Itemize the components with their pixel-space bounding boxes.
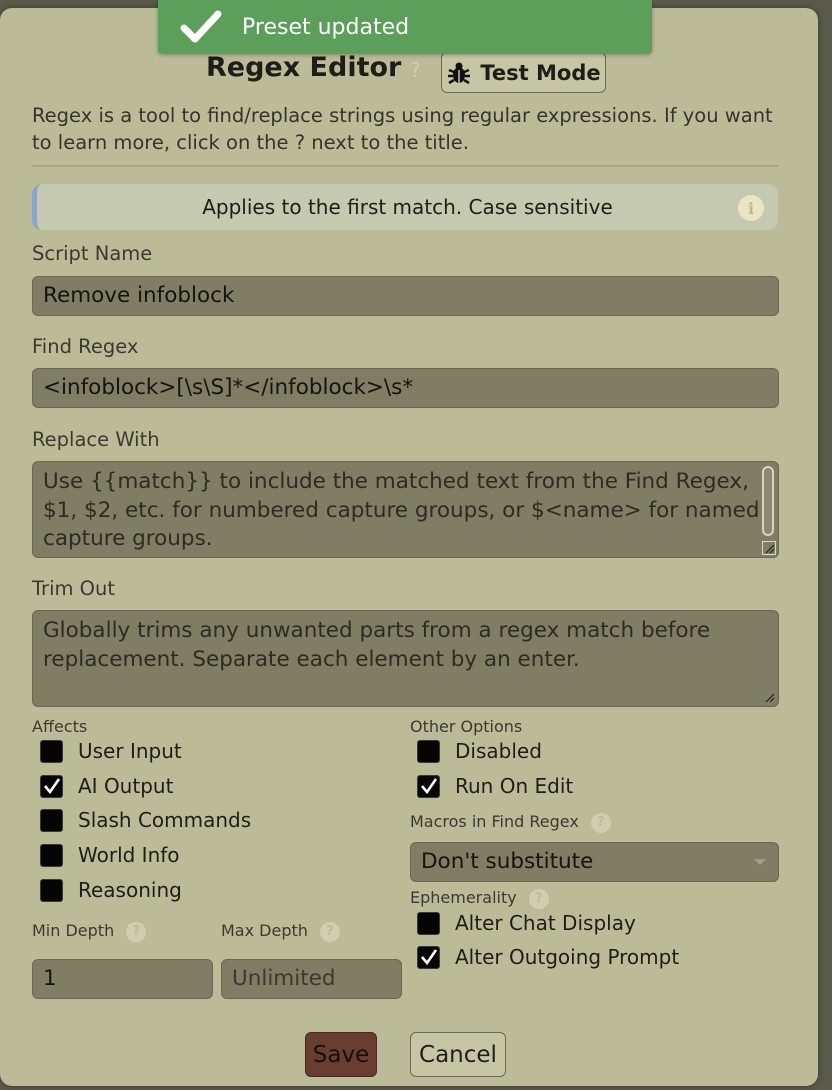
- chevron-down-icon: [754, 859, 766, 865]
- help-icon[interactable]: ?: [319, 921, 340, 942]
- description: Regex is a tool to find/replace strings …: [32, 104, 773, 154]
- checkbox-alter-chat-display[interactable]: Alter Chat Display: [417, 911, 636, 935]
- checkbox-label: Run On Edit: [455, 774, 574, 798]
- trim-out-placeholder: Globally trims any unwanted parts from a…: [43, 618, 711, 672]
- checkbox-disabled[interactable]: Disabled: [417, 739, 542, 763]
- checkbox-box[interactable]: [417, 774, 440, 798]
- bug-icon: [448, 62, 471, 84]
- checkbox-label: Disabled: [455, 739, 542, 763]
- find-regex-input[interactable]: <infoblock>[\s\S]*</infoblock>\s*: [32, 368, 779, 408]
- checkbox-label: Slash Commands: [78, 808, 252, 832]
- help-icon[interactable]: ?: [126, 921, 147, 942]
- checkbox-box[interactable]: [417, 739, 440, 763]
- help-icon[interactable]: ?: [590, 812, 611, 833]
- divider: [32, 165, 778, 167]
- toast-message: Preset updated: [242, 14, 410, 40]
- toast-notification[interactable]: Preset updated: [158, 0, 652, 54]
- max-depth-label: Max Depth?: [221, 921, 340, 942]
- check-icon: [180, 10, 222, 43]
- info-icon[interactable]: i: [738, 195, 764, 221]
- checkmark-icon: [43, 778, 60, 795]
- save-button[interactable]: Save: [305, 1032, 377, 1077]
- macros-label-text: Macros in Find Regex: [410, 812, 579, 831]
- replace-with-placeholder: Use {{match}} to include the matched tex…: [43, 469, 760, 551]
- test-mode-button[interactable]: Test Mode: [441, 52, 606, 93]
- macros-label: Macros in Find Regex?: [410, 812, 611, 833]
- checkmark-icon: [420, 778, 437, 795]
- min-depth-label-text: Min Depth: [32, 921, 115, 940]
- other-options-label: Other Options: [410, 717, 523, 736]
- checkbox-label: World Info: [78, 843, 180, 867]
- checkbox-label: Alter Outgoing Prompt: [455, 945, 680, 969]
- ephemerality-label-text: Ephemerality: [410, 888, 517, 907]
- checkbox-box[interactable]: [417, 945, 440, 969]
- resize-handle-icon[interactable]: [762, 690, 776, 704]
- trim-out-textarea[interactable]: Globally trims any unwanted parts from a…: [32, 610, 779, 707]
- checkbox-box[interactable]: [40, 739, 63, 763]
- checkbox-slash-commands[interactable]: Slash Commands: [40, 808, 251, 832]
- checkbox-box[interactable]: [40, 808, 63, 832]
- replace-with-textarea[interactable]: Use {{match}} to include the matched tex…: [32, 461, 779, 558]
- min-depth-input[interactable]: 1: [32, 959, 213, 999]
- script-name-label: Script Name: [32, 242, 153, 265]
- checkbox-reasoning[interactable]: Reasoning: [40, 878, 182, 902]
- max-depth-label-text: Max Depth: [221, 921, 308, 940]
- checkbox-world-info[interactable]: World Info: [40, 843, 180, 867]
- checkbox-label: AI Output: [78, 774, 174, 798]
- affects-label: Affects: [32, 717, 88, 736]
- checkbox-box[interactable]: [417, 911, 440, 935]
- checkbox-alter-outgoing-prompt[interactable]: Alter Outgoing Prompt: [417, 945, 679, 969]
- checkbox-ai-output[interactable]: AI Output: [40, 774, 173, 798]
- help-icon[interactable]: ?: [528, 888, 549, 909]
- scrollbar[interactable]: [762, 466, 774, 536]
- regex-editor-dialog: Regex Editor ? Test Mode Regex is a tool…: [0, 8, 818, 1086]
- min-depth-label: Min Depth?: [32, 921, 147, 942]
- trim-out-label: Trim Out: [32, 577, 116, 600]
- info-banner: Applies to the first match. Case sensiti…: [32, 184, 778, 230]
- macros-selected: Don't substitute: [421, 849, 594, 874]
- cancel-button[interactable]: Cancel: [410, 1032, 506, 1077]
- max-depth-input[interactable]: Unlimited: [221, 959, 402, 999]
- macros-select[interactable]: Don't substitute: [410, 842, 779, 882]
- checkbox-run-on-edit[interactable]: Run On Edit: [417, 774, 573, 798]
- checkbox-user-input[interactable]: User Input: [40, 739, 182, 763]
- page-title: Regex Editor: [206, 52, 402, 83]
- help-icon[interactable]: ?: [410, 58, 421, 82]
- checkbox-box[interactable]: [40, 774, 63, 798]
- find-regex-label: Find Regex: [32, 335, 139, 358]
- info-text: Applies to the first match. Case sensiti…: [202, 195, 613, 219]
- script-name-input[interactable]: Remove infoblock: [32, 276, 779, 316]
- checkbox-label: Reasoning: [78, 878, 182, 902]
- ephemerality-label: Ephemerality?: [410, 888, 549, 909]
- header: Regex Editor ? Test Mode: [0, 50, 818, 94]
- checkbox-box[interactable]: [40, 878, 63, 902]
- resize-handle-icon[interactable]: [762, 541, 776, 555]
- checkbox-label: User Input: [78, 739, 182, 763]
- checkbox-label: Alter Chat Display: [455, 911, 636, 935]
- test-mode-label: Test Mode: [480, 60, 601, 85]
- checkbox-box[interactable]: [40, 843, 63, 867]
- replace-with-label: Replace With: [32, 428, 160, 451]
- checkmark-icon: [420, 949, 437, 966]
